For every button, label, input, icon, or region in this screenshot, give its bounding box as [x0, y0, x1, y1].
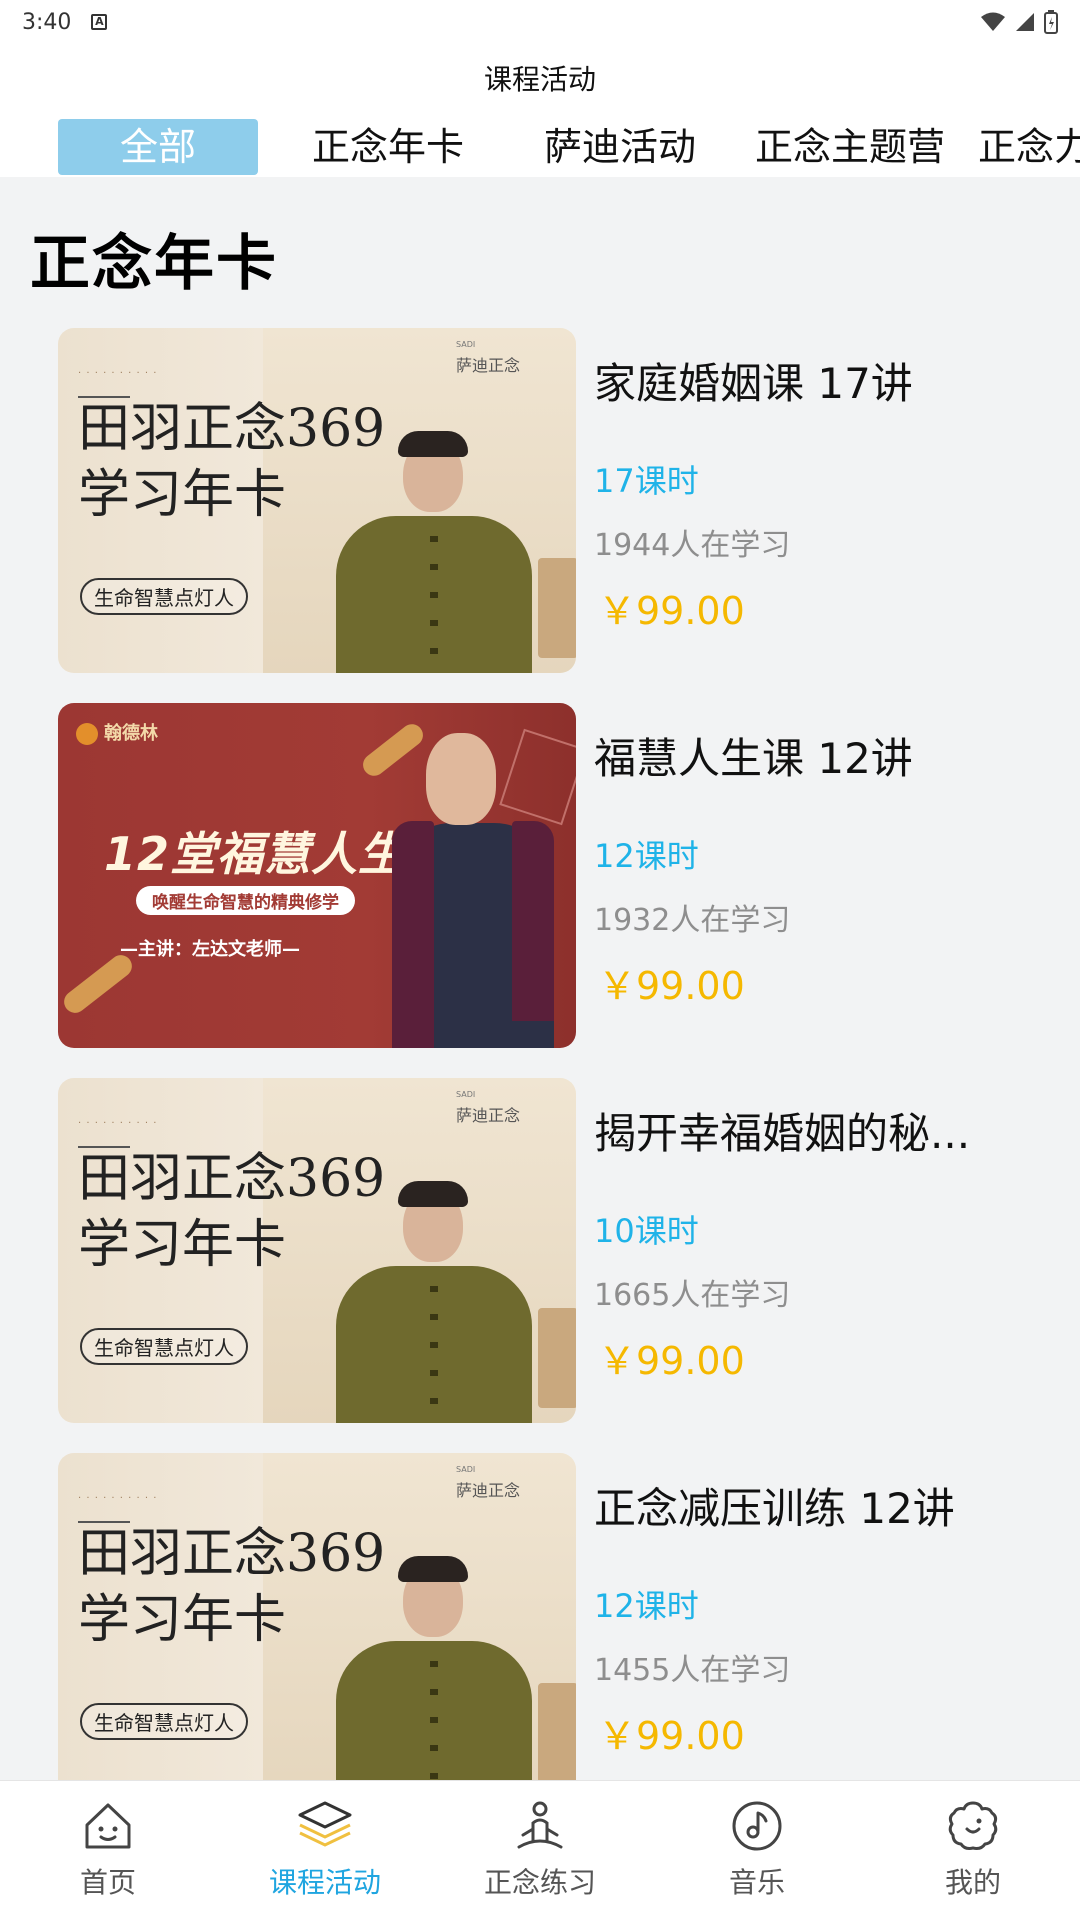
- course-lessons: 17课时: [594, 462, 699, 500]
- course-name: 揭开幸福婚姻的秘...: [594, 1109, 971, 1158]
- course-thumbnail[interactable]: 翰德林 12堂福慧人生课 唤醒生命智慧的精典修学 —主讲：左达文老师—: [58, 703, 576, 1048]
- course-lessons: 12课时: [594, 837, 699, 875]
- profile-flower-icon: [948, 1801, 998, 1850]
- status-bar: 3:40 A: [0, 0, 1080, 44]
- course-lessons: 10课时: [594, 1212, 699, 1250]
- page-title: 课程活动: [483, 63, 596, 96]
- course-students: 1932人在学习: [594, 903, 791, 938]
- thumb-brand: 萨迪正念: [456, 1481, 521, 1500]
- course-thumbnail[interactable]: · · · · · · · · · · SADI 萨迪正念 田羽正念369 学习…: [58, 1078, 576, 1423]
- nav-profile[interactable]: 我的: [893, 1799, 1053, 1909]
- thumb-subtitle: 唤醒生命智慧的精典修学: [136, 886, 355, 915]
- course-card[interactable]: · · · · · · · · · · SADI 萨迪正念 田羽正念369 学习…: [58, 328, 1080, 673]
- course-card[interactable]: · · · · · · · · · · SADI 萨迪正念 田羽正念369 学习…: [58, 1078, 1080, 1423]
- course-card[interactable]: · · · · · · · · · · SADI 萨迪正念 田羽正念369 学习…: [58, 1453, 1080, 1780]
- home-icon: [85, 1803, 131, 1849]
- notification-a-icon: A: [91, 14, 108, 30]
- thumb-teacher: —主讲：左达文老师—: [120, 939, 300, 960]
- nav-music[interactable]: 音乐: [677, 1799, 837, 1909]
- thumb-line2: 学习年卡: [78, 465, 287, 525]
- meditation-icon: [517, 1801, 563, 1849]
- thumb-line2: 学习年卡: [78, 1590, 287, 1650]
- wifi-icon: [981, 12, 1005, 31]
- course-students: 1665人在学习: [594, 1278, 791, 1313]
- course-price: ￥99.00: [598, 964, 745, 1008]
- course-name: 家庭婚姻课 17讲: [594, 359, 913, 408]
- course-price: ￥99.00: [598, 589, 745, 633]
- thumb-line1: 田羽正念369: [78, 1524, 386, 1584]
- section-title: 正念年卡: [30, 229, 278, 299]
- status-time: 3:40: [22, 9, 72, 35]
- music-disc-icon: [732, 1801, 782, 1851]
- tab-all[interactable]: 全部: [58, 119, 258, 175]
- nav-practice[interactable]: 正念练习: [460, 1799, 620, 1909]
- course-name: 福慧人生课 12讲: [594, 734, 913, 783]
- tab-annual-card[interactable]: 正念年卡: [298, 119, 478, 175]
- course-name: 正念减压训练 12讲: [594, 1484, 955, 1533]
- nav-label: 课程活动: [268, 1866, 381, 1899]
- nav-label: 首页: [79, 1866, 136, 1899]
- thumb-line2: 学习年卡: [78, 1215, 287, 1275]
- thumb-brand: 萨迪正念: [456, 1106, 521, 1125]
- course-thumbnail[interactable]: · · · · · · · · · · SADI 萨迪正念 田羽正念369 学习…: [58, 1453, 576, 1780]
- course-list-area: 正念年卡 · · · · · · · · · · SADI 萨迪正念 田羽正念3…: [0, 177, 1080, 1780]
- thumb-brand: 萨迪正念: [456, 356, 521, 375]
- nav-courses[interactable]: 课程活动: [245, 1799, 405, 1909]
- tab-sadi-events[interactable]: 萨迪活动: [530, 119, 710, 175]
- category-tabs: 全部 正念年卡 萨迪活动 正念主题营 正念力: [0, 115, 1080, 177]
- tab-theme-camp[interactable]: 正念主题营: [745, 119, 955, 175]
- course-students: 1944人在学习: [594, 528, 791, 563]
- tab-mindfulness-power[interactable]: 正念力: [978, 119, 1080, 175]
- course-price: ￥99.00: [598, 1339, 745, 1383]
- thumb-line1: 田羽正念369: [78, 1149, 386, 1209]
- course-lessons: 12课时: [594, 1587, 699, 1625]
- status-icons: [980, 10, 1058, 34]
- thumb-pill: 生命智慧点灯人: [80, 1328, 248, 1365]
- course-price: ￥99.00: [598, 1714, 745, 1758]
- layers-icon: [298, 1801, 352, 1847]
- bottom-nav: 首页 课程活动 正念练习 音乐 我的: [0, 1780, 1080, 1920]
- nav-label: 我的: [944, 1866, 1001, 1899]
- nav-home[interactable]: 首页: [28, 1799, 188, 1909]
- battery-icon: [1044, 10, 1058, 34]
- thumb-pill: 生命智慧点灯人: [80, 1703, 248, 1740]
- course-thumbnail[interactable]: · · · · · · · · · · SADI 萨迪正念 田羽正念369 学习…: [58, 328, 576, 673]
- nav-label: 正念练习: [483, 1866, 596, 1899]
- nav-label: 音乐: [728, 1866, 785, 1899]
- course-card[interactable]: 翰德林 12堂福慧人生课 唤醒生命智慧的精典修学 —主讲：左达文老师— 福慧人生…: [58, 703, 1080, 1048]
- thumb-logo: 翰德林: [76, 719, 158, 745]
- course-students: 1455人在学习: [594, 1653, 791, 1688]
- thumb-line1: 田羽正念369: [78, 399, 386, 459]
- signal-icon: [1016, 13, 1034, 31]
- thumb-pill: 生命智慧点灯人: [80, 578, 248, 615]
